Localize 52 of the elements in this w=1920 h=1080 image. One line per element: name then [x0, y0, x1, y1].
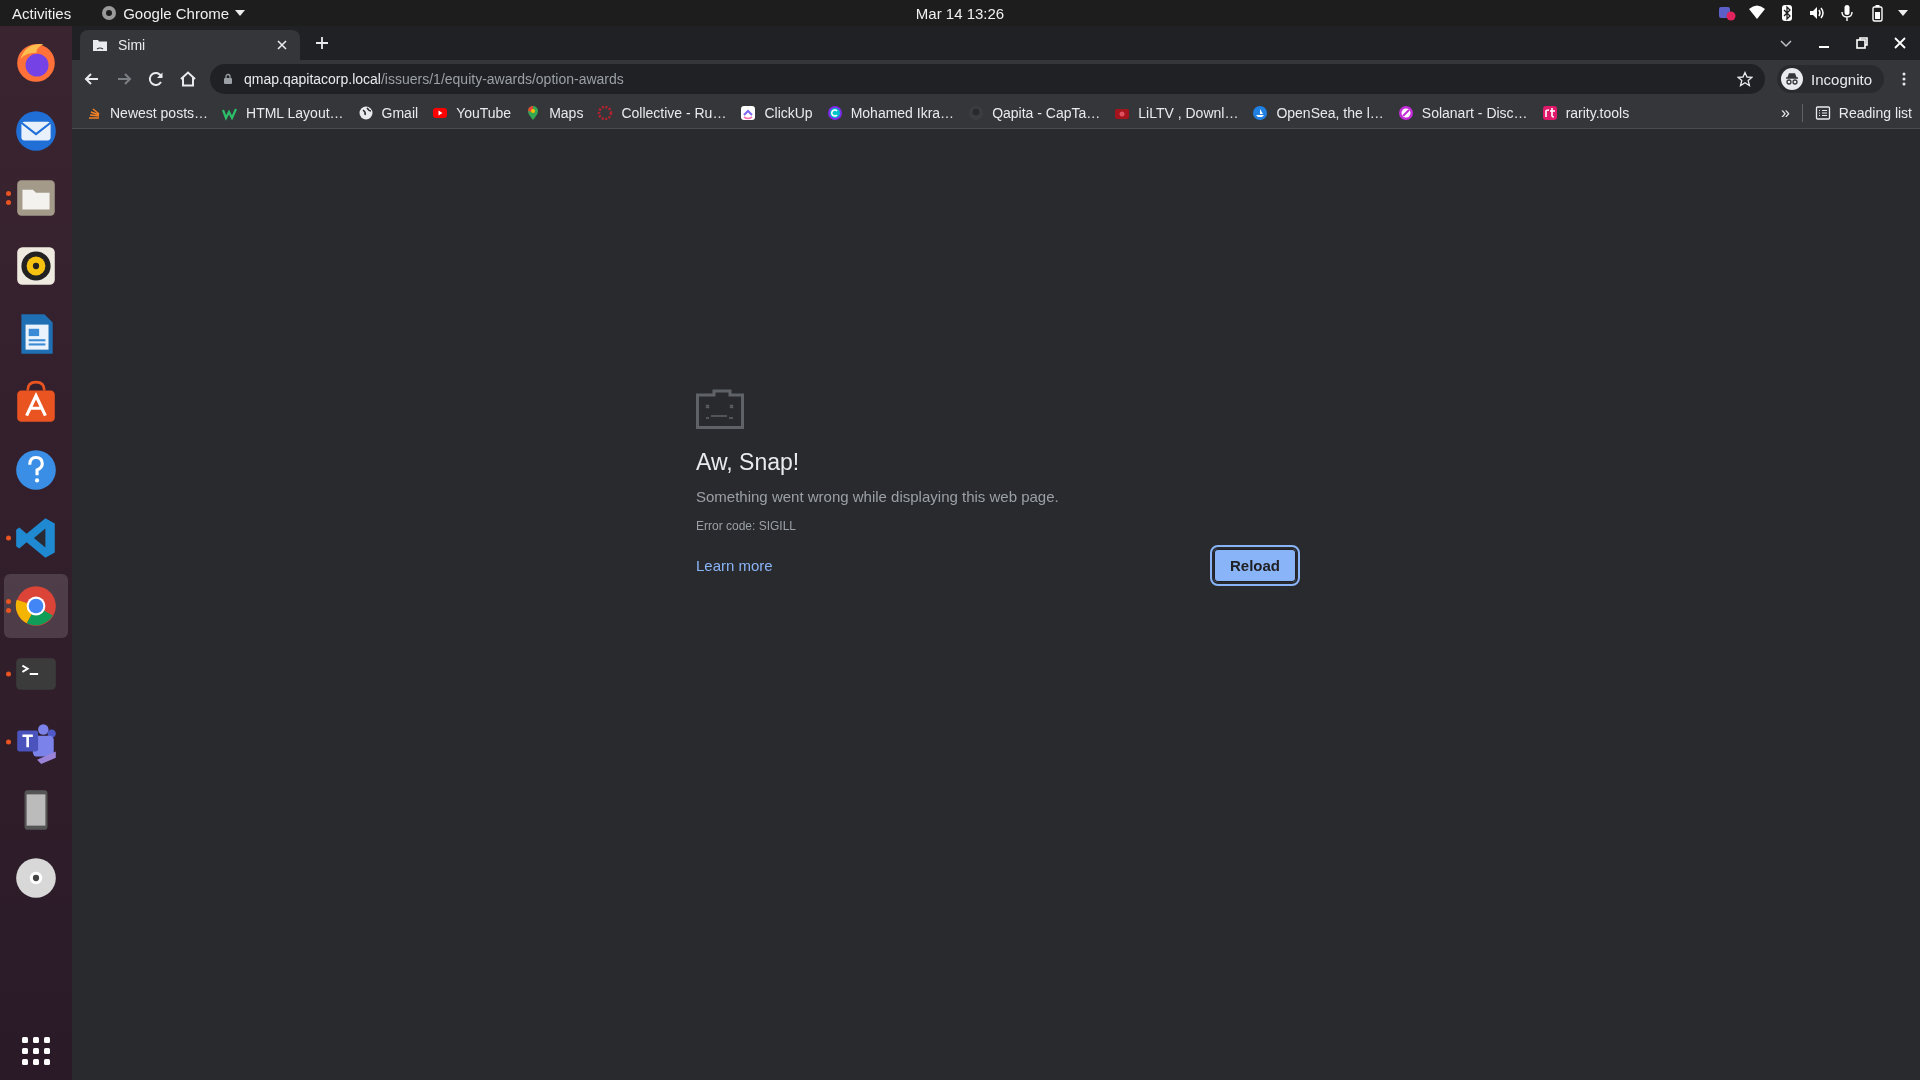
incognito-icon	[1781, 68, 1804, 90]
close-icon[interactable]	[276, 39, 288, 51]
close-icon[interactable]	[1892, 35, 1908, 51]
microphone-icon[interactable]	[1838, 4, 1856, 22]
lock-icon	[222, 73, 234, 85]
favicon	[597, 105, 614, 121]
favicon	[1397, 105, 1414, 121]
list-icon	[1814, 105, 1831, 121]
clock[interactable]: Mar 14 13:26	[915, 4, 1005, 22]
bookmark[interactable]: Gmail	[357, 105, 419, 121]
sad-folder-icon	[696, 389, 744, 429]
bookmark[interactable]: LiLTV , Downl…	[1114, 105, 1239, 121]
dock-item[interactable]	[4, 574, 68, 638]
home-icon[interactable]	[178, 69, 198, 89]
star-icon[interactable]	[1737, 71, 1754, 87]
favicon	[826, 105, 843, 121]
more-bookmarks-button[interactable]: »	[1780, 104, 1790, 122]
favicon	[740, 105, 757, 121]
app-menu[interactable]: Google Chrome	[101, 4, 246, 22]
reload-icon[interactable]	[146, 69, 166, 89]
bookmark[interactable]: Solanart - Disc…	[1397, 105, 1528, 121]
browser-tab[interactable]: Simi	[80, 30, 300, 60]
bookmark[interactable]: Newest posts…	[86, 105, 209, 121]
favicon	[86, 105, 102, 121]
address-bar[interactable]: qmap.qapitacorp.local/issuers/1/equity-awards/option-awards	[210, 64, 1766, 94]
error-title: Aw, Snap!	[696, 449, 801, 476]
bookmark[interactable]: YouTube	[432, 105, 512, 121]
url-text: qmap.qapitacorp.local/issuers/1/equity-awards/option-awards	[244, 71, 625, 87]
bookmark[interactable]: Qapita - CapTa…	[968, 105, 1101, 121]
caret-icon[interactable]	[1898, 10, 1908, 16]
error-message: Something went wrong while displaying this web page.	[696, 488, 1060, 505]
caret-icon	[235, 10, 246, 16]
app-grid-icon[interactable]	[21, 1036, 51, 1066]
bookmark[interactable]: Mohamed Ikra…	[826, 105, 955, 121]
restore-icon[interactable]	[1854, 35, 1870, 51]
error-code: Error code: SIGILL	[696, 519, 798, 533]
incognito-chip[interactable]: Incognito	[1777, 65, 1884, 93]
activities-button[interactable]: Activities	[12, 4, 72, 22]
bookmark[interactable]: Collective - Ru…	[597, 105, 727, 121]
reading-list-button[interactable]: Reading list	[1814, 105, 1912, 121]
favicon	[1252, 105, 1269, 121]
bookmark[interactable]: Maps	[525, 105, 584, 121]
learn-more-link[interactable]: Learn more	[696, 557, 773, 574]
sad-folder-icon	[92, 37, 108, 53]
bookmark[interactable]: HTML Layout…	[222, 105, 344, 121]
bookmark[interactable]: OpenSea, the l…	[1252, 105, 1384, 121]
favicon	[432, 105, 449, 121]
favicon	[1541, 105, 1558, 121]
bookmark[interactable]: rarity.tools	[1541, 105, 1630, 121]
bookmark[interactable]: ClickUp	[740, 105, 813, 121]
favicon	[357, 105, 374, 121]
new-tab-icon[interactable]	[314, 35, 330, 51]
